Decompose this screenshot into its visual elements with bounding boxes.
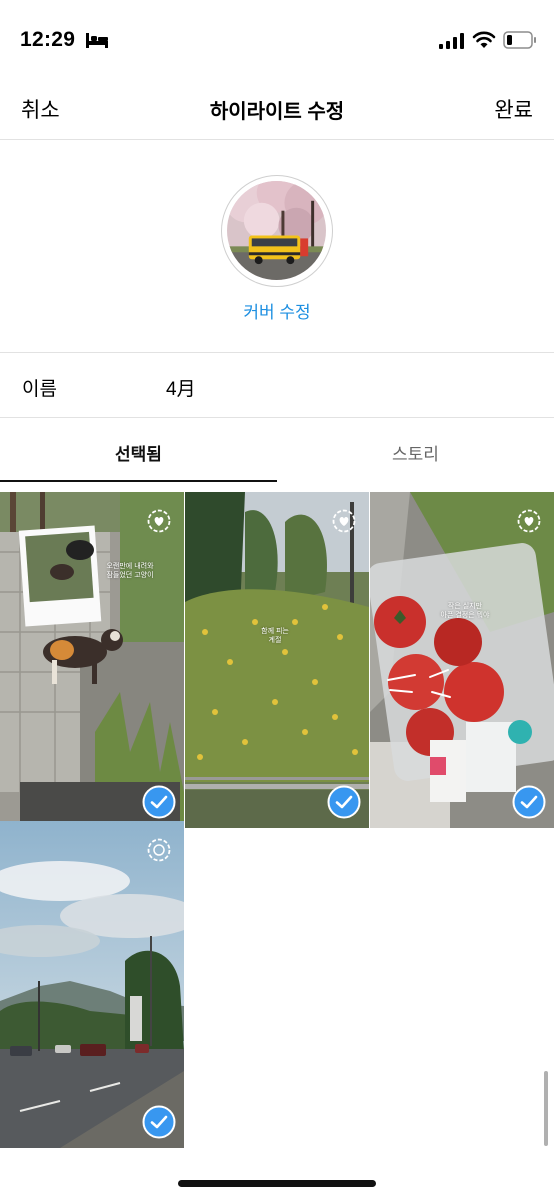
- story-caption: 작은 실지만 아픈 결정은 뭐야: [440, 603, 490, 620]
- tomatoes-photo: [370, 492, 554, 828]
- done-button[interactable]: 완료: [494, 94, 533, 124]
- tab-stories[interactable]: 스토리: [277, 418, 554, 482]
- battery-icon: [503, 31, 536, 49]
- highlight-ring-icon: [332, 509, 356, 533]
- name-label: 이름: [22, 379, 57, 400]
- bushes-photo: [185, 492, 369, 828]
- edit-cover-button[interactable]: 커버 수정: [0, 298, 554, 323]
- nav-bar: 취소 하이라이트 수정 완료: [0, 80, 554, 140]
- tab-selected[interactable]: 선택됨: [0, 418, 277, 482]
- checkmark-icon[interactable]: [142, 1105, 176, 1139]
- highlight-ring-icon: [147, 838, 171, 862]
- bed-icon: [86, 33, 108, 48]
- story-caption: 함께 피는 계절: [261, 628, 289, 645]
- tab-bar: 선택됨 스토리: [0, 418, 554, 482]
- highlight-ring-icon: [147, 509, 171, 533]
- status-time: 12:29: [20, 28, 76, 51]
- cover-photo: [227, 181, 326, 280]
- story-thumbnail[interactable]: 오랜만에 내려와 잠들었던 고양이: [0, 492, 184, 828]
- story-thumbnail[interactable]: [0, 821, 184, 1148]
- scrollbar[interactable]: [544, 1071, 548, 1146]
- checkmark-icon[interactable]: [327, 785, 361, 819]
- highlight-ring-icon: [517, 509, 541, 533]
- signal-icon: [439, 33, 464, 49]
- cover-image[interactable]: [221, 175, 333, 287]
- cat-photo: [0, 492, 184, 828]
- cover-section: 커버 수정: [0, 140, 554, 353]
- name-input[interactable]: 4月: [166, 374, 196, 401]
- story-grid: 오랜만에 내려와 잠들었던 고양이 함께 피는 계절 작은 실지만 아픈 결정은…: [0, 484, 554, 1154]
- checkmark-icon[interactable]: [142, 785, 176, 819]
- tab-indicator: [0, 480, 277, 482]
- status-bar: 12:29: [0, 0, 554, 80]
- sky-road-photo: [0, 821, 184, 1148]
- story-caption: 오랜만에 내려와 잠들었던 고양이: [106, 563, 154, 580]
- page-title: 하이라이트 수정: [209, 101, 345, 123]
- story-thumbnail[interactable]: 작은 실지만 아픈 결정은 뭐야: [370, 492, 554, 828]
- name-row: 이름 4月: [0, 353, 554, 418]
- story-thumbnail[interactable]: 함께 피는 계절: [185, 492, 369, 828]
- checkmark-icon[interactable]: [512, 785, 546, 819]
- wifi-icon: [472, 31, 496, 48]
- home-indicator[interactable]: [178, 1180, 376, 1187]
